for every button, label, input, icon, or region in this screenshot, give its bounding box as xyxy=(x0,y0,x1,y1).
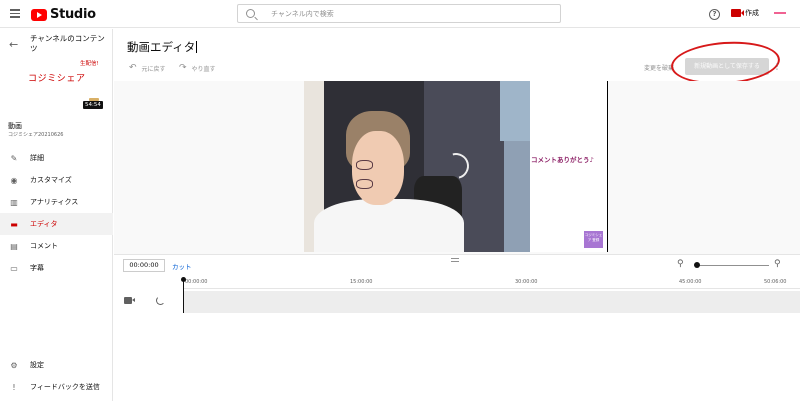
zoom-slider[interactable] xyxy=(697,265,769,266)
zoom-in-icon[interactable]: ⚲ xyxy=(774,259,781,269)
redo-icon: ↷ xyxy=(179,63,187,73)
menu-icon[interactable] xyxy=(10,9,20,18)
sidebar-bottom-nav: ⚙ 設定 ! フィードバックを送信 xyxy=(0,354,113,398)
zoom-slider-knob[interactable] xyxy=(694,262,700,268)
sidebar: ← チャンネルのコンテンツ 生配信! コジミシェア 54:54 動画 コジミシェ… xyxy=(0,29,113,401)
create-label: 作成 xyxy=(745,9,759,17)
video-person-glasses xyxy=(356,155,400,189)
top-bar: Studio チャンネル内で検索 ? 作成 xyxy=(0,0,800,28)
video-track[interactable] xyxy=(183,291,800,313)
sidebar-item-label: 詳細 xyxy=(30,154,44,162)
video-person-shirt xyxy=(314,199,464,252)
preview-playhead xyxy=(607,81,608,252)
video-camera-icon xyxy=(124,297,135,304)
youtube-logo-icon xyxy=(31,8,47,21)
logo-text: Studio xyxy=(50,7,96,22)
help-icon[interactable]: ? xyxy=(709,9,720,20)
editor-icon: ▬ xyxy=(10,219,18,229)
feedback-icon: ! xyxy=(12,382,16,392)
sidebar-item-feedback[interactable]: ! フィードバックを送信 xyxy=(0,376,113,398)
sidebar-item-editor[interactable]: ▬ エディタ xyxy=(0,213,113,235)
section-title: 動画 xyxy=(8,122,22,130)
sidebar-item-label: コメント xyxy=(30,242,58,250)
sidebar-item-label: カスタマイズ xyxy=(30,176,72,184)
undo-button[interactable]: ↶ 元に戻す xyxy=(129,63,166,73)
current-time-field[interactable]: 00:00:00 xyxy=(123,259,165,272)
sidebar-item-comments[interactable]: ▤ コメント xyxy=(0,235,113,257)
create-button[interactable]: 作成 xyxy=(731,8,759,18)
cut-button[interactable]: カット xyxy=(172,261,192,271)
gear-icon: ⚙ xyxy=(10,360,18,370)
sidebar-nav: ✎ 詳細 ◉ カスタマイズ ▥ アナリティクス ▬ エディタ ▤ コメント ▭ … xyxy=(0,147,113,279)
avatar[interactable] xyxy=(774,12,786,14)
search-icon xyxy=(246,9,255,18)
tick-label: 00:00:00 xyxy=(185,279,208,285)
subscribe-badge: コジミシェア 登録 xyxy=(584,231,603,248)
zoom-out-icon[interactable]: ⚲ xyxy=(677,259,684,269)
sidebar-item-label: フィードバックを送信 xyxy=(30,383,100,391)
video-name: コジミシェア20210626 xyxy=(8,132,64,138)
search-input[interactable]: チャンネル内で検索 xyxy=(237,4,561,23)
live-badge: 生配信! xyxy=(80,61,99,67)
search-placeholder: チャンネル内で検索 xyxy=(271,9,334,18)
duration-badge: 54:54 xyxy=(83,101,103,109)
redo-label: やり直す xyxy=(191,65,216,73)
studio-logo[interactable]: Studio xyxy=(31,7,96,22)
page-title: 動画エディタ xyxy=(127,39,198,55)
discard-changes-button[interactable]: 変更を破棄 xyxy=(644,63,674,72)
sidebar-item-settings[interactable]: ⚙ 設定 xyxy=(0,354,113,376)
more-options-icon[interactable]: ⋮ xyxy=(773,62,781,71)
tick-label: 50:06:00 xyxy=(764,279,787,285)
sidebar-item-label: エディタ xyxy=(30,220,58,228)
subtitles-icon: ▭ xyxy=(10,263,18,273)
back-arrow-icon[interactable]: ← xyxy=(9,38,18,51)
loading-icon xyxy=(156,296,165,305)
resize-handle-icon[interactable] xyxy=(451,258,459,262)
sidebar-item-details[interactable]: ✎ 詳細 xyxy=(0,147,113,169)
sidebar-item-customize[interactable]: ◉ カスタマイズ xyxy=(0,169,113,191)
video-camera-icon xyxy=(731,9,744,17)
broadcast-icon: ◉ xyxy=(10,175,18,185)
tick-label: 15:00:00 xyxy=(350,279,373,285)
comment-overlay-text: コメントありがとう♪ xyxy=(531,156,594,164)
sidebar-item-analytics[interactable]: ▥ アナリティクス xyxy=(0,191,113,213)
text-caret xyxy=(196,41,198,53)
video-preview[interactable] xyxy=(304,81,530,252)
channel-content-link[interactable]: チャンネルのコンテンツ xyxy=(30,34,108,54)
sidebar-item-label: 設定 xyxy=(30,361,44,369)
sidebar-item-label: アナリティクス xyxy=(30,198,79,206)
pencil-icon: ✎ xyxy=(10,153,18,163)
ruler-line xyxy=(183,288,800,289)
video-thumbnail-title[interactable]: コジミシェア xyxy=(28,71,86,84)
tick-label: 45:00:00 xyxy=(679,279,702,285)
video-side-panel xyxy=(530,81,607,252)
timeline-playhead[interactable] xyxy=(183,279,184,313)
sidebar-item-label: 字幕 xyxy=(30,264,44,272)
undo-icon: ↶ xyxy=(129,63,137,73)
undo-label: 元に戻す xyxy=(141,65,166,73)
tick-label: 30:00:00 xyxy=(515,279,538,285)
redo-button[interactable]: ↷ やり直す xyxy=(179,63,216,73)
analytics-icon: ▥ xyxy=(10,197,18,207)
video-map-poster xyxy=(500,81,530,141)
sidebar-item-subtitles[interactable]: ▭ 字幕 xyxy=(0,257,113,279)
comment-icon: ▤ xyxy=(10,241,18,251)
page-title-text: 動画エディタ xyxy=(127,40,196,54)
